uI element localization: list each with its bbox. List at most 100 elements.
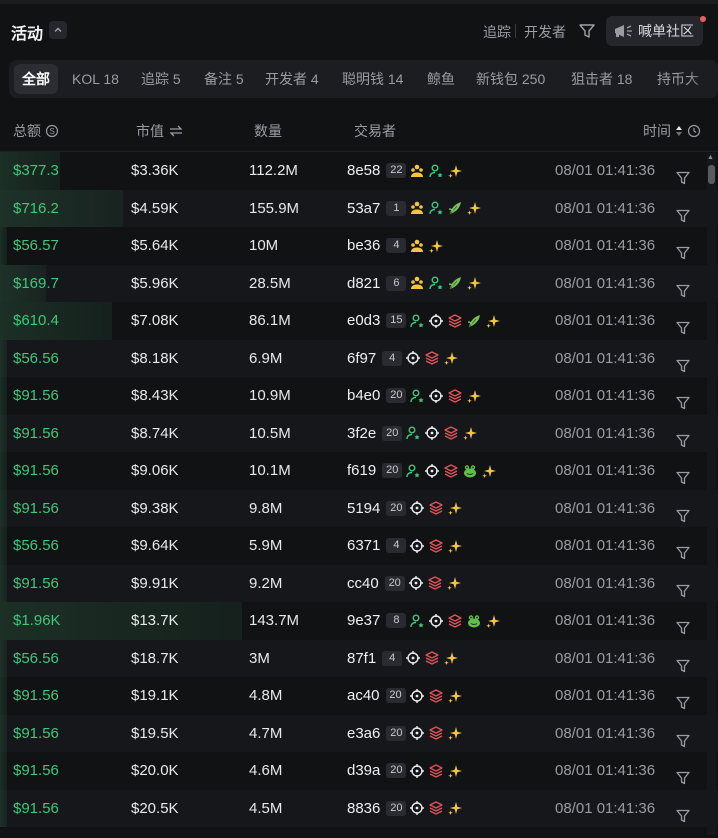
trader-cell[interactable]: d39a 20 xyxy=(347,752,463,790)
trader-address[interactable]: 6371 xyxy=(347,527,380,565)
table-row[interactable]: $91.56 $20.5K 4.5M 8836 20 08/01 01:41:36 xyxy=(0,789,718,828)
table-row[interactable]: $91.56 $20.0K 4.6M d39a 20 08/01 01:41:36 xyxy=(0,752,718,790)
table-row[interactable]: $91.56 $9.38K 9.8M 5194 20 08/01 01:41:36 xyxy=(0,489,718,528)
tab-follow[interactable]: 追踪 5 xyxy=(141,64,181,94)
row-filter-icon[interactable] xyxy=(675,576,691,597)
row-filter-icon[interactable] xyxy=(675,763,691,785)
trade-count-badge: 20 xyxy=(386,500,407,516)
row-filter-icon[interactable] xyxy=(675,613,691,635)
tab-developer[interactable]: 开发者 4 xyxy=(265,64,319,94)
row-filter-icon[interactable] xyxy=(675,538,691,560)
trader-cell[interactable]: 6f97 4 xyxy=(347,340,459,378)
row-filter-icon[interactable] xyxy=(675,801,691,822)
column-mcap[interactable]: 市值 xyxy=(136,121,184,141)
table-row[interactable]: $377.3 $3.36K 112.2M 8e58 22 08/01 01:41:36 xyxy=(0,152,718,190)
trader-address[interactable]: 6f97 xyxy=(347,340,376,378)
row-filter-icon[interactable] xyxy=(675,688,691,710)
currency-toggle-icon[interactable]: S xyxy=(45,124,59,138)
trader-cell[interactable]: 6371 4 xyxy=(347,527,463,565)
trader-cell[interactable]: 53a7 1 xyxy=(347,190,482,228)
trader-cell[interactable]: b4e0 20 xyxy=(347,377,482,415)
trader-cell[interactable]: f619 20 xyxy=(347,452,497,490)
trader-cell[interactable]: 3f2e 20 xyxy=(347,415,478,453)
row-filter-icon[interactable] xyxy=(675,201,691,222)
trader-address[interactable]: d39a xyxy=(347,752,380,790)
table-row[interactable]: $610.4 $7.08K 86.1M e0d3 15 08/01 01:41:36 xyxy=(0,302,718,340)
trader-address[interactable]: 3f2e xyxy=(347,415,376,453)
column-total[interactable]: 总额 S xyxy=(13,121,59,141)
scrollbar-track[interactable] xyxy=(707,153,716,835)
table-row[interactable]: $91.56 $8.74K 10.5M 3f2e 20 08/01 01:41:36 xyxy=(0,414,718,453)
trade-count-badge: 4 xyxy=(382,650,403,666)
trader-address[interactable]: e0d3 xyxy=(347,302,380,340)
tab-all[interactable]: 全部 xyxy=(14,64,58,94)
trader-address[interactable]: 53a7 xyxy=(347,190,380,228)
filter-icon[interactable] xyxy=(578,22,596,40)
follow-link[interactable]: 追踪 xyxy=(483,22,511,42)
trader-cell[interactable]: 5194 20 xyxy=(347,490,463,528)
trader-address[interactable]: 8e58 xyxy=(347,152,380,190)
row-filter-icon[interactable] xyxy=(675,388,691,410)
trader-cell[interactable]: 8836 20 xyxy=(347,790,463,828)
sort-icon[interactable] xyxy=(675,124,683,138)
table-row[interactable]: $56.57 $5.64K 10M be36 4 08/01 01:41:36 xyxy=(0,227,718,265)
row-filter-icon[interactable] xyxy=(675,501,691,522)
row-filter-icon[interactable] xyxy=(675,426,691,447)
table-row[interactable]: $56.56 $9.64K 5.9M 6371 4 08/01 01:41:36 xyxy=(0,527,718,565)
row-filter-icon[interactable] xyxy=(675,463,691,485)
total-amount: $56.56 xyxy=(13,649,59,667)
swap-icon[interactable] xyxy=(168,124,184,138)
total-amount: $377.3 xyxy=(13,162,59,179)
trader-address[interactable]: ac40 xyxy=(347,677,380,715)
trader-cell[interactable]: e0d3 15 xyxy=(347,302,501,340)
trader-address[interactable]: d821 xyxy=(347,265,380,303)
trader-cell[interactable]: 87f1 4 xyxy=(347,640,459,678)
tab-new-wallet[interactable]: 新钱包 250 xyxy=(476,64,545,94)
tab-whale[interactable]: 鲸鱼 xyxy=(427,64,455,94)
developer-link[interactable]: 开发者 xyxy=(524,22,566,42)
row-filter-icon[interactable] xyxy=(675,351,691,372)
table-row[interactable]: $91.56 $19.5K 4.7M e3a6 20 08/01 01:41:36 xyxy=(0,714,718,753)
table-row[interactable]: $56.56 $8.18K 6.9M 6f97 4 08/01 01:41:36 xyxy=(0,339,718,378)
row-filter-icon[interactable] xyxy=(675,238,691,260)
row-filter-icon[interactable] xyxy=(675,163,691,185)
clock-icon[interactable] xyxy=(687,124,701,138)
trader-address[interactable]: b4e0 xyxy=(347,377,380,415)
table-row[interactable]: $716.2 $4.59K 155.9M 53a7 1 08/01 01:41:36 xyxy=(0,189,718,228)
trader-cell[interactable]: 8e58 22 xyxy=(347,152,463,190)
row-filter-icon[interactable] xyxy=(675,651,691,672)
trader-cell[interactable]: cc40 20 xyxy=(347,565,462,603)
table-row[interactable]: $1.96K $13.7K 143.7M 9e37 8 08/01 01:41:36 xyxy=(0,602,718,640)
trader-cell[interactable]: e3a6 20 xyxy=(347,715,463,753)
trader-address[interactable]: cc40 xyxy=(347,565,379,603)
trader-address[interactable]: be36 xyxy=(347,227,380,265)
tab-sniper[interactable]: 狙击者 18 xyxy=(571,64,632,94)
table-row[interactable]: $91.56 $9.06K 10.1M f619 20 08/01 01:41:36 xyxy=(0,452,718,490)
tab-smart-money[interactable]: 聪明钱 14 xyxy=(342,64,403,94)
column-time[interactable]: 时间 xyxy=(643,121,701,141)
trader-address[interactable]: 9e37 xyxy=(347,602,380,640)
tab-notes[interactable]: 备注 5 xyxy=(204,64,244,94)
trader-address[interactable]: f619 xyxy=(347,452,376,490)
trader-cell[interactable]: 9e37 8 xyxy=(347,602,501,640)
row-filter-icon[interactable] xyxy=(675,726,691,747)
collapse-button[interactable] xyxy=(49,21,67,39)
trader-cell[interactable]: be36 4 xyxy=(347,227,444,265)
trader-address[interactable]: e3a6 xyxy=(347,715,380,753)
scroll-up-arrow[interactable]: ▲ xyxy=(707,154,714,161)
table-row[interactable]: $91.56 $19.1K 4.8M ac40 20 08/01 01:41:36 xyxy=(0,677,718,715)
table-row[interactable]: $56.56 $18.7K 3M 87f1 4 08/01 01:41:36 xyxy=(0,639,718,678)
community-button[interactable]: 喊单社区 xyxy=(606,16,703,46)
trader-address[interactable]: 8836 xyxy=(347,790,380,828)
trader-cell[interactable]: ac40 20 xyxy=(347,677,463,715)
table-row[interactable]: $91.56 $9.91K 9.2M cc40 20 08/01 01:41:36 xyxy=(0,564,718,603)
tab-kol[interactable]: KOL 18 xyxy=(72,64,119,94)
row-filter-icon[interactable] xyxy=(675,313,691,335)
table-row[interactable]: $169.7 $5.96K 28.5M d821 6 08/01 01:41:36 xyxy=(0,264,718,303)
scrollbar-thumb[interactable] xyxy=(708,165,715,184)
table-row[interactable]: $91.56 $8.43K 10.9M b4e0 20 08/01 01:41:36 xyxy=(0,377,718,415)
trader-cell[interactable]: d821 6 xyxy=(347,265,482,303)
trader-address[interactable]: 87f1 xyxy=(347,640,376,678)
row-filter-icon[interactable] xyxy=(675,276,691,297)
trader-address[interactable]: 5194 xyxy=(347,490,380,528)
